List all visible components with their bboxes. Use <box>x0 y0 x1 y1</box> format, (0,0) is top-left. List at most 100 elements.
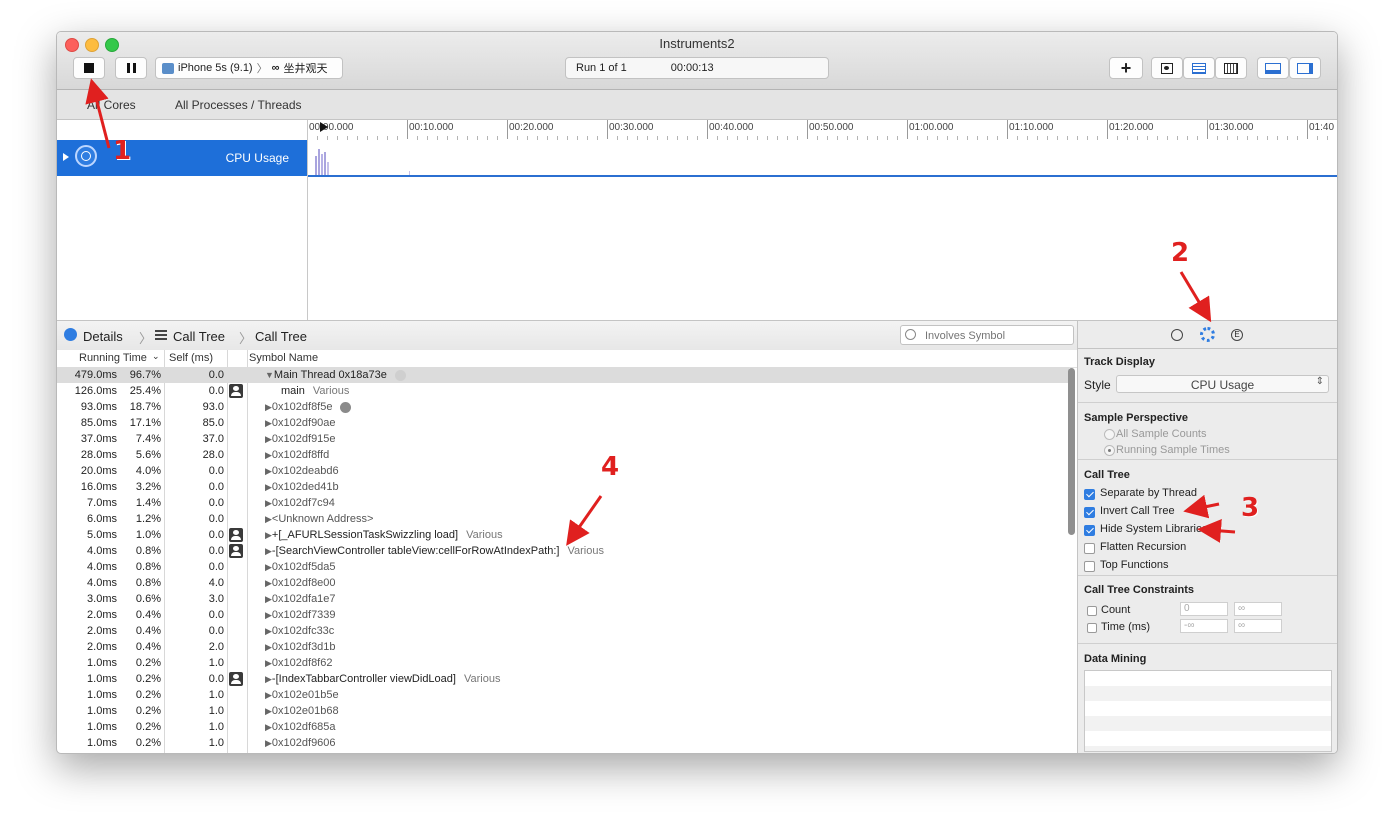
table-row[interactable]: 2.0ms 0.4% 0.0 ▶0x102df7339 <box>57 607 1069 623</box>
record-settings-button[interactable] <box>1151 57 1183 79</box>
time-max-field[interactable]: ∞ <box>1234 619 1282 633</box>
call-tree-option-checkbox[interactable] <box>1084 489 1095 500</box>
disclosure-open-icon[interactable]: ▼ <box>265 370 274 380</box>
count-min-field[interactable]: 0 <box>1180 602 1228 616</box>
count-max-field[interactable]: ∞ <box>1234 602 1282 616</box>
self-column-header[interactable]: Self (ms) <box>169 352 213 364</box>
table-row[interactable]: 1.0ms 0.2% 1.0 ▶0x102df8f62 <box>57 655 1069 671</box>
call-tree-option-checkbox[interactable] <box>1084 525 1095 536</box>
time-constraint-checkbox[interactable] <box>1087 623 1097 633</box>
table-row[interactable]: 6.0ms 1.2% 0.0 ▶<Unknown Address> <box>57 511 1069 527</box>
sort-chevron-icon[interactable]: ⌄ <box>152 351 160 362</box>
symbol-name: 0x102e01b68 <box>271 705 339 717</box>
table-row[interactable]: 2.0ms 0.4% 2.0 ▶0x102df3d1b <box>57 639 1069 655</box>
running-sample-times-radio[interactable] <box>1104 445 1115 456</box>
all-processes-button[interactable]: All Processes / Threads <box>175 98 302 112</box>
table-row[interactable]: 1.0ms 0.2% 1.0 ▶0x102e01b5e <box>57 687 1069 703</box>
table-row[interactable]: 37.0ms 7.4% 37.0 ▶0x102df915e <box>57 431 1069 447</box>
all-sample-counts-radio[interactable] <box>1104 429 1115 440</box>
call-tree-options-title: Call Tree <box>1084 469 1130 481</box>
display-settings-gear-icon[interactable] <box>1200 327 1215 342</box>
count-constraint-checkbox[interactable] <box>1087 606 1097 616</box>
disclosure-closed-icon[interactable]: ▶ <box>265 514 272 524</box>
breadcrumb-call-tree[interactable]: Call Tree <box>173 329 225 344</box>
cpu-usage-track-graph[interactable] <box>307 140 1337 177</box>
all-cores-button[interactable]: All Cores <box>87 98 136 112</box>
disclosure-closed-icon[interactable]: ▶ <box>265 690 272 700</box>
call-tree-option-checkbox[interactable] <box>1084 543 1095 554</box>
toggle-inspector-button[interactable] <box>1289 57 1321 79</box>
table-row[interactable]: 4.0ms 0.8% 0.0 ▶0x102df5da5 <box>57 559 1069 575</box>
disclosure-closed-icon[interactable]: ▶ <box>265 642 272 652</box>
grid-view-button[interactable] <box>1215 57 1247 79</box>
table-row[interactable]: 1.0ms 0.2% 1.0 ▶0x102df9606 <box>57 735 1069 751</box>
disclosure-closed-icon[interactable]: ▶ <box>265 626 272 636</box>
time-min-field[interactable]: -∞ <box>1180 619 1228 633</box>
table-row[interactable]: 7.0ms 1.4% 0.0 ▶0x102df7c94 <box>57 495 1069 511</box>
disclosure-closed-icon[interactable]: ▶ <box>265 722 272 732</box>
ruler-major-tick <box>407 120 408 139</box>
call-tree-option-checkbox[interactable] <box>1084 507 1095 518</box>
disclosure-closed-icon[interactable]: ▶ <box>265 706 272 716</box>
timeline-ruler[interactable]: 00:00.000 00:10.000 00:20.000 00:30.000 00:4… <box>307 120 1337 141</box>
breadcrumb-details[interactable]: Details <box>83 329 123 344</box>
table-row[interactable]: 2.0ms 0.4% 0.0 ▶0x102dfc33c <box>57 623 1069 639</box>
symbol-column-header[interactable]: Symbol Name <box>249 352 318 364</box>
disclosure-closed-icon[interactable]: ▶ <box>265 466 272 476</box>
annotation-3: 3 <box>1241 493 1260 523</box>
disclosure-closed-icon[interactable]: ▶ <box>265 562 272 572</box>
table-row[interactable]: 1.0ms 0.2% 1.0 ▶0x102df685a <box>57 719 1069 735</box>
table-row[interactable]: 126.0ms 25.4% 0.0 main Various <box>57 383 1069 399</box>
pause-button[interactable] <box>115 57 147 79</box>
call-tree-scrollbar[interactable] <box>1068 368 1075 535</box>
disclosure-closed-icon[interactable]: ▶ <box>265 658 272 668</box>
list-view-button[interactable] <box>1183 57 1215 79</box>
call-tree-option-checkbox[interactable] <box>1084 561 1095 572</box>
focus-arrow-icon[interactable] <box>394 369 406 381</box>
disclosure-closed-icon[interactable]: ▶ <box>265 482 272 492</box>
table-row[interactable]: 28.0ms 5.6% 28.0 ▶0x102df8ffd <box>57 447 1069 463</box>
disclosure-closed-icon[interactable]: ▶ <box>265 546 272 556</box>
record-settings-tab-icon[interactable] <box>1171 329 1183 341</box>
target-selector[interactable]: iPhone 5s (9.1) 〉 ∞ 坐井观天 <box>155 57 343 79</box>
table-row[interactable]: 16.0ms 3.2% 0.0 ▶0x102ded41b <box>57 479 1069 495</box>
call-tree-table[interactable]: 479.0ms 96.7% 0.0 ▼Main Thread 0x18a73e 126.… <box>57 367 1069 753</box>
extended-detail-tab-icon[interactable]: E <box>1231 329 1243 341</box>
cpu-usage-track-header[interactable]: CPU Usage <box>57 140 307 176</box>
table-row[interactable]: 93.0ms 18.7% 93.0 ▶0x102df8f5e <box>57 399 1069 415</box>
disclosure-closed-icon[interactable]: ▶ <box>265 674 272 684</box>
involves-symbol-search[interactable] <box>900 325 1074 345</box>
playhead-icon[interactable] <box>320 122 328 132</box>
disclosure-closed-icon[interactable]: ▶ <box>265 498 272 508</box>
involves-symbol-input[interactable] <box>923 327 1067 344</box>
disclosure-closed-icon[interactable]: ▶ <box>265 610 272 620</box>
disclosure-closed-icon[interactable]: ▶ <box>265 434 272 444</box>
disclosure-closed-icon[interactable]: ▶ <box>265 402 272 412</box>
running-time-cell: 4.0ms <box>87 545 117 557</box>
disclosure-closed-icon[interactable]: ▶ <box>265 578 272 588</box>
disclosure-closed-icon[interactable]: ▶ <box>265 450 272 460</box>
table-row[interactable]: 4.0ms 0.8% 4.0 ▶0x102df8e00 <box>57 575 1069 591</box>
table-row[interactable]: 20.0ms 4.0% 0.0 ▶0x102deabd6 <box>57 463 1069 479</box>
disclosure-closed-icon[interactable]: ▶ <box>265 530 272 540</box>
disclosure-closed-icon[interactable]: ▶ <box>265 738 272 748</box>
running-time-column-header[interactable]: Running Time <box>79 352 147 364</box>
self-time-cell: 0.0 <box>208 673 224 685</box>
stop-record-button[interactable] <box>73 57 105 79</box>
add-instrument-button[interactable]: + <box>1109 57 1143 79</box>
disclosure-triangle-icon[interactable] <box>63 153 69 161</box>
toggle-detail-pane-button[interactable] <box>1257 57 1289 79</box>
breadcrumb-call-tree-sub[interactable]: Call Tree <box>255 329 307 344</box>
table-row[interactable]: 4.0ms 0.8% 0.0 ▶-[SearchViewController tabl… <box>57 543 1069 559</box>
style-select[interactable]: CPU Usage ⇕ <box>1116 375 1329 393</box>
table-row[interactable]: 5.0ms 1.0% 0.0 ▶+[_AFURLSessionTaskSwizzlin… <box>57 527 1069 543</box>
focus-arrow-icon[interactable] <box>340 401 352 413</box>
table-row[interactable]: 479.0ms 96.7% 0.0 ▼Main Thread 0x18a73e <box>57 367 1069 383</box>
table-row[interactable]: 3.0ms 0.6% 3.0 ▶0x102dfa1e7 <box>57 591 1069 607</box>
table-row[interactable]: 85.0ms 17.1% 85.0 ▶0x102df90ae <box>57 415 1069 431</box>
data-mining-table[interactable] <box>1084 670 1332 752</box>
disclosure-closed-icon[interactable]: ▶ <box>265 594 272 604</box>
disclosure-closed-icon[interactable]: ▶ <box>265 418 272 428</box>
table-row[interactable]: 1.0ms 0.2% 1.0 ▶0x102e01b68 <box>57 703 1069 719</box>
table-row[interactable]: 1.0ms 0.2% 0.0 ▶-[IndexTabbarController vie… <box>57 671 1069 687</box>
